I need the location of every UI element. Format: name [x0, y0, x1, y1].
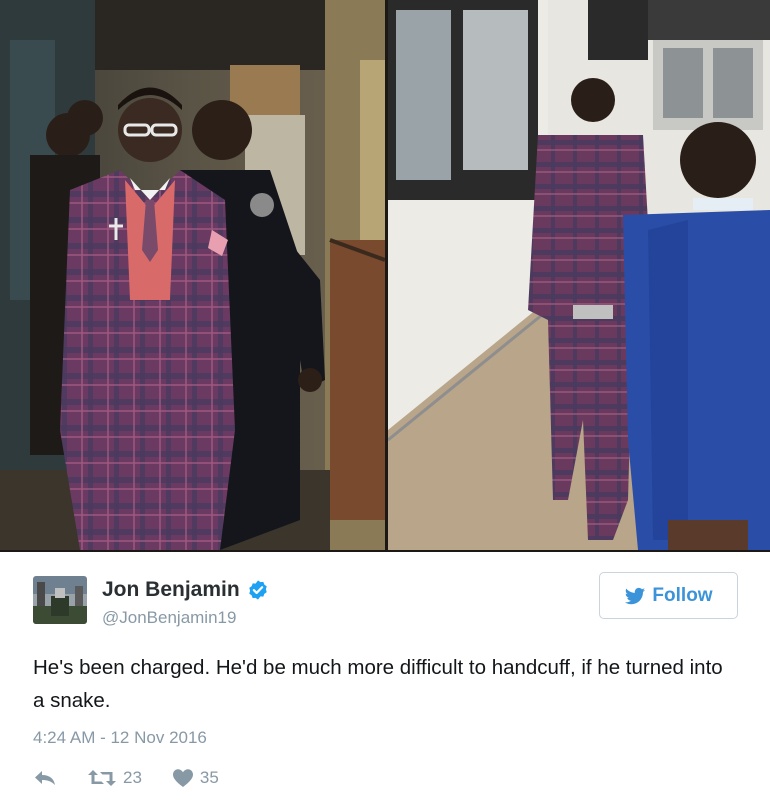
twitter-bird-icon [625, 587, 646, 604]
reply-button[interactable] [33, 768, 57, 788]
tweet-text: He's been charged. He'd be much more dif… [33, 656, 723, 712]
like-button[interactable]: 35 [172, 768, 219, 788]
retweet-icon [88, 770, 116, 786]
avatar[interactable] [33, 576, 87, 624]
author-name[interactable]: Jon Benjamin [102, 578, 240, 602]
photo-left[interactable] [0, 0, 385, 550]
heart-icon [172, 769, 193, 787]
retweet-count: 23 [123, 768, 142, 787]
retweet-button[interactable]: 23 [87, 768, 142, 788]
photo-left-image [0, 0, 385, 550]
author-name-row: Jon Benjamin [102, 578, 269, 602]
author-handle[interactable]: @JonBenjamin19 [102, 608, 236, 628]
photo-right-image [388, 0, 770, 550]
verified-badge-icon [248, 580, 267, 600]
tweet-photos[interactable] [0, 0, 770, 552]
like-count: 35 [199, 768, 219, 787]
reply-icon [35, 771, 55, 785]
tweet-actions: 23 35 [33, 768, 219, 788]
avatar-image [33, 576, 87, 624]
follow-label: Follow [652, 584, 713, 606]
tweet-card: Jon Benjamin @JonBenjamin19 Follow He's … [0, 552, 770, 801]
photo-right[interactable] [388, 0, 770, 550]
follow-button[interactable]: Follow [599, 572, 738, 619]
tweet-timestamp[interactable]: 4:24 AM - 12 Nov 2016 [33, 728, 207, 748]
